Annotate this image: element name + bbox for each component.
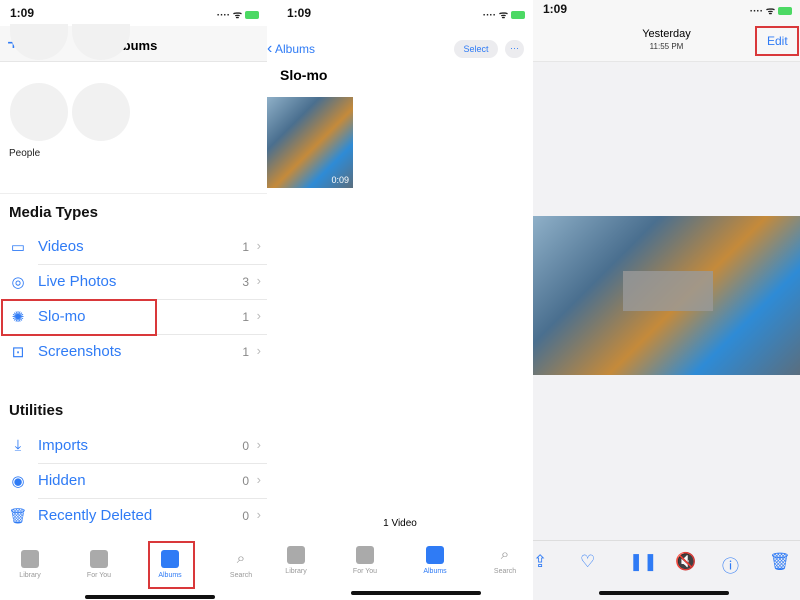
pixelated-area	[623, 271, 713, 311]
tab-for-you[interactable]: For You	[74, 550, 124, 579]
info-icon[interactable]: ⓘ	[722, 552, 739, 577]
chevron-right-icon: ›	[256, 507, 261, 522]
row-recently-deleted[interactable]: 🗑 Recently Deleted 0 ›	[0, 499, 267, 534]
photo-viewer-screen: 1:09 ···· ᯤ Yesterday 11:55 PM Edit ⇪ ♡ …	[533, 0, 800, 600]
video-icon: ▭	[10, 239, 26, 256]
album-title: Slo-mo	[280, 67, 328, 83]
row-live-photos[interactable]: ◎ Live Photos 3 ›	[0, 265, 267, 300]
chevron-right-icon: ›	[256, 343, 261, 358]
share-icon[interactable]: ⇪	[533, 552, 547, 572]
row-count: 1	[242, 310, 249, 324]
people-label[interactable]: People	[9, 148, 40, 159]
library-icon	[21, 550, 39, 568]
person-thumb[interactable]	[10, 83, 68, 141]
home-indicator	[599, 591, 729, 595]
for-you-icon	[90, 550, 108, 568]
home-indicator	[351, 591, 481, 595]
back-button[interactable]: ‹ Albums	[267, 40, 315, 58]
status-bar: 1:09 ···· ᯤ	[533, 2, 800, 18]
screenshot-icon: ⊡	[11, 344, 25, 361]
row-count: 0	[242, 509, 249, 523]
import-icon: ⤓	[14, 437, 22, 454]
row-label: Imports	[38, 437, 89, 454]
status-time: 1:09	[543, 2, 568, 16]
slomo-album-screen: 1:09 ···· ᯤ ‹ Albums Select ··· Slo-mo 0…	[267, 0, 533, 600]
trash-icon[interactable]: 🗑	[769, 552, 791, 572]
tab-albums[interactable]: Albums	[410, 546, 460, 575]
status-bar: 1:09 ···· ᯤ	[0, 6, 267, 22]
chevron-right-icon: ›	[256, 472, 261, 487]
divider	[0, 193, 267, 194]
mute-icon[interactable]: 🔇	[675, 552, 696, 572]
row-hidden[interactable]: ◉ Hidden 0 ›	[0, 464, 267, 499]
video-frame[interactable]	[533, 216, 800, 375]
highlight-box	[148, 541, 195, 589]
utilities-heading: Utilities	[9, 402, 64, 419]
albums-screen: 1:09 ···· ᯤ + Albums People Media Types …	[0, 0, 267, 600]
person-thumb[interactable]	[72, 83, 130, 141]
item-count: 1 Video	[383, 518, 417, 529]
status-time: 1:09	[10, 6, 35, 20]
pause-icon[interactable]: ❚❚	[629, 552, 658, 572]
library-icon	[287, 546, 305, 564]
battery-icon	[511, 11, 525, 20]
row-label: Hidden	[38, 472, 86, 489]
heart-icon[interactable]: ♡	[580, 552, 595, 572]
row-count: 3	[242, 275, 249, 289]
battery-icon	[245, 11, 259, 20]
row-label: Videos	[38, 238, 84, 255]
row-label: Screenshots	[38, 343, 122, 360]
tab-for-you[interactable]: For You	[340, 546, 390, 575]
home-indicator	[85, 595, 215, 599]
status-icons: ···· ᯤ	[483, 7, 525, 21]
status-time: 1:09	[287, 6, 312, 20]
tab-library[interactable]: Library	[5, 550, 55, 579]
row-videos[interactable]: ▭ Videos 1 ›	[0, 230, 267, 265]
row-count: 0	[242, 474, 249, 488]
chevron-right-icon: ›	[256, 238, 261, 253]
battery-icon	[778, 7, 792, 16]
status-icons: ···· ᯤ	[217, 7, 259, 21]
chevron-left-icon: ‹	[267, 40, 273, 57]
more-button[interactable]: ···	[505, 40, 524, 58]
toolbar-divider	[533, 540, 800, 541]
tab-library[interactable]: Library	[271, 546, 321, 575]
row-label: Live Photos	[38, 273, 117, 290]
chevron-right-icon: ›	[256, 437, 261, 452]
video-duration: 0:09	[331, 175, 349, 185]
chevron-right-icon: ›	[256, 308, 261, 323]
highlight-box	[1, 299, 157, 336]
row-count: 0	[242, 439, 249, 453]
for-you-icon	[356, 546, 374, 564]
status-bar: 1:09 ···· ᯤ	[267, 6, 533, 22]
live-photo-icon: ◎	[11, 274, 25, 291]
search-icon: ⌕	[236, 550, 246, 567]
tab-search[interactable]: ⌕ Search	[480, 546, 530, 575]
select-button[interactable]: Select	[454, 40, 498, 58]
status-icons: ···· ᯤ	[750, 3, 792, 17]
media-types-heading: Media Types	[9, 204, 98, 221]
highlight-box	[755, 26, 799, 56]
row-screenshots[interactable]: ⊡ Screenshots 1 ›	[0, 335, 267, 370]
row-label: Recently Deleted	[38, 507, 153, 524]
row-imports[interactable]: ⤓ Imports 0 ›	[0, 429, 267, 464]
trash-icon: 🗑	[8, 508, 28, 525]
chevron-right-icon: ›	[256, 273, 261, 288]
tab-search[interactable]: ⌕ Search	[216, 550, 266, 579]
row-count: 1	[242, 240, 249, 254]
video-thumbnail[interactable]: 0:09	[267, 97, 353, 188]
hidden-eye-icon: ◉	[11, 473, 25, 490]
search-icon: ⌕	[500, 546, 510, 563]
albums-icon	[426, 546, 444, 564]
tab-bar: Library For You Albums ⌕ Search	[0, 540, 267, 600]
row-count: 1	[242, 345, 249, 359]
